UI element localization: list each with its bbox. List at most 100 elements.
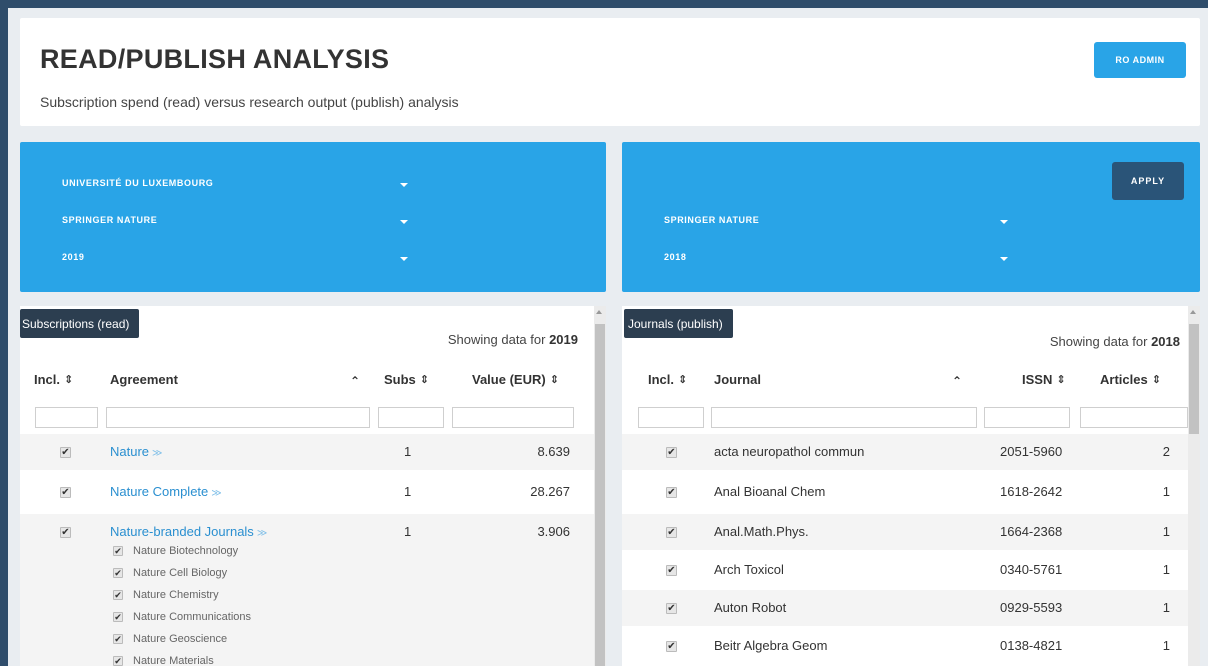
issn: 0340-5761 [1000,562,1063,577]
include-checkbox[interactable]: ✔ [666,447,677,458]
col-header-subs-label: Subs [384,372,416,387]
journals-tab[interactable]: Journals (publish) [624,309,733,338]
list-item[interactable]: ✔ Nature Materials [113,654,313,666]
scroll-up-icon[interactable] [596,310,602,314]
publish-showing-year: 2018 [1151,334,1180,349]
articles-count: 1 [1162,562,1170,577]
include-checkbox[interactable]: ✔ [113,656,123,666]
include-checkbox[interactable]: ✔ [113,634,123,644]
include-checkbox[interactable]: ✔ [666,487,677,498]
publish-publisher-dropdown-label: SPRINGER NATURE [664,215,760,225]
journal-filter-input[interactable] [711,407,977,428]
include-checkbox[interactable]: ✔ [113,612,123,622]
include-checkbox[interactable]: ✔ [666,603,677,614]
table-row[interactable]: ✔ Nature-branded Journals ≫ 1 3.906 ✔ Natu… [20,514,594,666]
sort-icon: ⇕ [419,374,430,386]
table-row[interactable]: ✔ Anal Bioanal Chem 1618-2642 1 [622,474,1188,510]
include-checkbox[interactable]: ✔ [113,590,123,600]
apply-button[interactable]: APPLY [1112,162,1184,200]
sort-ascending-icon[interactable]: ⌃ [350,374,360,388]
articles-filter-input[interactable] [1080,407,1188,428]
sort-ascending-icon[interactable]: ⌃ [952,374,962,388]
institution-dropdown[interactable]: UNIVERSITÉ DU LUXEMBOURG [62,178,408,194]
table-row[interactable]: ✔ Anal.Math.Phys. 1664-2368 1 [622,514,1188,550]
sort-icon: ⇕ [1151,374,1161,386]
include-checkbox[interactable]: ✔ [60,447,71,458]
publish-showing-data: Showing data for 2018 [1050,334,1180,349]
issn: 2051-5960 [1000,444,1063,459]
table-row[interactable]: ✔ Arch Toxicol 0340-5761 1 [622,552,1188,588]
journal-name: Anal.Math.Phys. [714,524,809,539]
journal-name: Auton Robot [714,600,787,615]
table-row[interactable]: ✔ Auton Robot 0929-5593 1 [622,590,1188,626]
scrollbar-thumb[interactable] [595,324,605,666]
list-item[interactable]: ✔ Nature Cell Biology [113,566,313,587]
expand-icon[interactable]: ≫ [257,528,267,539]
col-header-articles[interactable]: Articles ⇕ [1100,372,1161,387]
publish-publisher-dropdown[interactable]: SPRINGER NATURE [664,215,1008,231]
list-item[interactable]: ✔ Nature Biotechnology [113,544,313,565]
subs-count: 1 [404,524,412,539]
publish-filter-panel: APPLY SPRINGER NATURE 2018 [622,142,1200,292]
read-year-dropdown[interactable]: 2019 [62,252,408,268]
journal-name: Beitr Algebra Geom [714,638,828,653]
table-row[interactable]: ✔ Nature ≫ 1 8.639 [20,434,594,470]
subs-filter-input[interactable] [378,407,444,428]
list-item[interactable]: ✔ Nature Geoscience [113,632,313,653]
value-eur: 8.639 [537,444,570,459]
col-header-agreement[interactable]: Agreement [110,372,178,387]
col-header-incl-label: Incl. [648,372,675,387]
read-scrollbar[interactable] [594,306,606,666]
agreement-link[interactable]: Nature ≫ [110,444,163,459]
agreement-filter-input[interactable] [106,407,370,428]
sort-icon: ⇕ [64,374,74,386]
window-frame-top [0,0,1208,8]
col-header-subs[interactable]: Subs ⇕ [384,372,429,387]
col-header-journal[interactable]: Journal [714,372,761,387]
read-publisher-dropdown[interactable]: SPRINGER NATURE [62,215,408,231]
agreement-name: Nature Complete [110,484,209,499]
col-header-incl[interactable]: Incl. ⇕ [34,372,73,387]
publish-year-dropdown[interactable]: 2018 [664,252,1008,268]
include-checkbox[interactable]: ✔ [666,565,677,576]
value-filter-input[interactable] [452,407,574,428]
include-checkbox[interactable]: ✔ [113,546,123,556]
include-checkbox[interactable]: ✔ [60,527,71,538]
scrollbar-thumb[interactable] [1189,324,1199,434]
journals-panel: Journals (publish) Showing data for 2018… [622,306,1200,666]
table-row[interactable]: ✔ Nature Complete ≫ 1 28.267 [20,474,594,510]
include-checkbox[interactable]: ✔ [666,641,677,652]
col-header-incl[interactable]: Incl. ⇕ [648,372,687,387]
agreement-link[interactable]: Nature-branded Journals ≫ [110,524,267,539]
table-row[interactable]: ✔ Beitr Algebra Geom 0138-4821 1 [622,628,1188,664]
include-checkbox[interactable]: ✔ [60,487,71,498]
publish-scrollbar[interactable] [1188,306,1200,666]
col-header-issn-label: ISSN [1022,372,1053,387]
col-header-articles-label: Articles [1100,372,1148,387]
col-header-value[interactable]: Value (EUR) ⇕ [472,372,559,387]
expand-icon[interactable]: ≫ [211,488,221,499]
expand-icon[interactable]: ≫ [152,448,162,459]
list-item[interactable]: ✔ Nature Chemistry [113,588,313,609]
read-filter-panel: UNIVERSITÉ DU LUXEMBOURG SPRINGER NATURE… [20,142,606,292]
page-title: READ/PUBLISH ANALYSIS [40,44,390,74]
issn: 0138-4821 [1000,638,1063,653]
incl-filter-input[interactable] [35,407,98,428]
value-eur: 28.267 [530,484,570,499]
issn: 0929-5593 [1000,600,1063,615]
scroll-up-icon[interactable] [1190,310,1196,314]
table-row[interactable]: ✔ acta neuropathol commun 2051-5960 2 [622,434,1188,470]
issn-filter-input[interactable] [984,407,1070,428]
incl-filter-input[interactable] [638,407,704,428]
ro-admin-button[interactable]: RO ADMIN [1094,42,1186,78]
agreement-link[interactable]: Nature Complete ≫ [110,484,222,499]
include-checkbox[interactable]: ✔ [113,568,123,578]
subscriptions-panel: Subscriptions (read) Showing data for 20… [20,306,606,666]
subscriptions-tab[interactable]: Subscriptions (read) [20,309,140,338]
include-checkbox[interactable]: ✔ [666,527,677,538]
subs-count: 1 [404,444,412,459]
articles-count: 1 [1162,484,1170,499]
list-item[interactable]: ✔ Nature Communications [113,610,313,631]
chevron-down-icon [400,220,408,224]
col-header-issn[interactable]: ISSN ⇕ [1022,372,1066,387]
